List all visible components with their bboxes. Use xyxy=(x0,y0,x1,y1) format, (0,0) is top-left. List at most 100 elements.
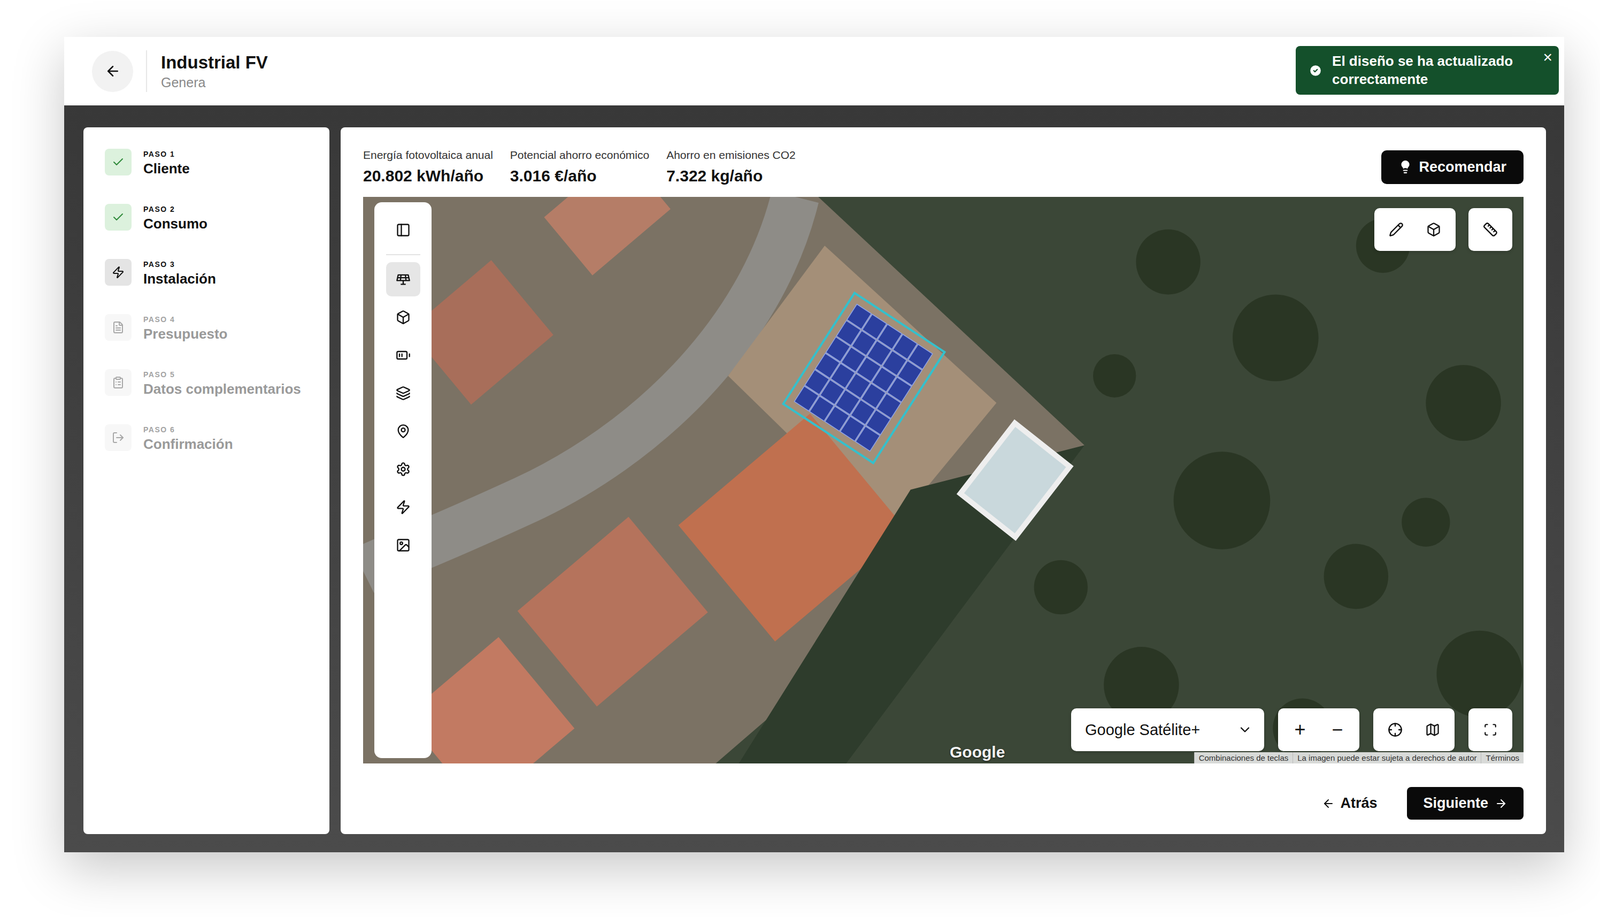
attribution-link[interactable]: La imagen puede estar sujeta a derechos … xyxy=(1292,751,1481,764)
step-text: PASO 1Cliente xyxy=(143,148,190,178)
zoom-controls: +− xyxy=(1278,708,1360,751)
step-text: PASO 6Confirmación xyxy=(143,424,234,453)
bolt-icon xyxy=(111,265,125,279)
locate-button[interactable] xyxy=(1376,710,1414,749)
step-item[interactable]: PASO 5Datos complementarios xyxy=(104,368,314,398)
footer: Atrás Siguiente xyxy=(363,763,1524,820)
step-name: Cliente xyxy=(143,160,190,178)
roof xyxy=(543,196,671,276)
map-tool-button[interactable] xyxy=(386,262,421,297)
stat: Energía fotovoltaica anual 20.802 kWh/año xyxy=(363,148,494,186)
attribution-link[interactable]: Combinaciones de teclas xyxy=(1194,751,1294,764)
zoom-out-button[interactable]: − xyxy=(1318,710,1357,749)
map-tool-button[interactable] xyxy=(386,300,421,335)
back-link[interactable]: Atrás xyxy=(1318,794,1381,812)
pencil-icon xyxy=(1388,221,1404,237)
step-text: PASO 4Presupuesto xyxy=(143,313,228,343)
array-outline[interactable] xyxy=(783,293,945,464)
step-item[interactable]: PASO 2Consumo xyxy=(104,203,314,233)
stat-value: 20.802 kWh/año xyxy=(363,166,494,186)
map-tool-button[interactable] xyxy=(386,212,421,248)
attribution-link[interactable]: Términos xyxy=(1480,751,1524,764)
tree-canopy xyxy=(1401,497,1450,546)
map[interactable]: Google Satélite+ +− Google Combinaciones de… xyxy=(363,196,1524,764)
toast-message: El diseño se ha actualizado correctament… xyxy=(1332,52,1525,89)
page: Industrial FVGenera El diseño se ha actua… xyxy=(0,0,1600,917)
tree-canopy xyxy=(1324,543,1389,610)
step-label: PASO 2 xyxy=(143,204,208,214)
step-text: PASO 3Instalación xyxy=(143,258,217,288)
stat-label: Potencial ahorro económico xyxy=(510,148,650,162)
panel-toggle-icon xyxy=(395,222,411,238)
back-button[interactable] xyxy=(91,50,134,92)
step-label: PASO 1 xyxy=(143,149,190,159)
project-subtitle: Genera xyxy=(160,74,268,91)
pool xyxy=(960,422,1071,537)
zoom-in-button[interactable]: + xyxy=(1281,710,1319,749)
map-bottom-controls: Google Satélite+ +− xyxy=(1071,708,1513,751)
crosshair-icon xyxy=(1387,721,1403,737)
fullscreen-button[interactable] xyxy=(1471,710,1510,749)
step-name: Datos complementarios xyxy=(143,380,302,398)
solar-module xyxy=(855,426,881,452)
check-icon xyxy=(111,210,125,224)
box-icon xyxy=(395,309,411,325)
google-logo: Google xyxy=(949,742,1005,761)
recommend-button[interactable]: Recomendar xyxy=(1381,150,1524,184)
layer-select-value: Google Satélite+ xyxy=(1085,720,1200,739)
chevron-down-icon xyxy=(1237,721,1253,737)
step-item[interactable]: PASO 1Cliente xyxy=(104,148,314,178)
step-icon-box xyxy=(104,313,132,341)
step-name: Instalación xyxy=(143,270,217,288)
step-item[interactable]: PASO 6Confirmación xyxy=(104,424,314,453)
tree-canopy xyxy=(1034,559,1088,614)
map-tool-button[interactable] xyxy=(386,489,421,525)
map-tool-button[interactable] xyxy=(386,375,421,411)
tree-canopy xyxy=(1093,354,1136,398)
workspace: PASO 1Cliente PASO 2Consumo PASO 3Instalac… xyxy=(64,105,1565,852)
step-item[interactable]: PASO 4Presupuesto xyxy=(104,313,314,343)
map-toolbar xyxy=(374,202,432,758)
stat-label: Energía fotovoltaica anual xyxy=(363,148,494,162)
layer-select[interactable]: Google Satélite+ xyxy=(1071,708,1265,751)
map-view-button[interactable] xyxy=(1413,710,1452,749)
measure-controls xyxy=(1468,208,1513,251)
battery-icon xyxy=(395,347,411,363)
arrow-right-icon xyxy=(1494,796,1508,810)
success-toast: El diseño se ha actualizado correctament… xyxy=(1295,45,1559,95)
next-button[interactable]: Siguiente xyxy=(1406,786,1524,820)
step-label: PASO 5 xyxy=(143,370,302,379)
step-name: Presupuesto xyxy=(143,325,228,343)
ruler-icon xyxy=(1482,221,1498,237)
satellite-map[interactable] xyxy=(363,196,1524,764)
title-block: Industrial FVGenera xyxy=(160,52,268,91)
step-item[interactable]: PASO 3Instalación xyxy=(104,258,314,288)
stat-label: Ahorro en emisiones CO2 xyxy=(666,148,796,162)
clipboard-icon xyxy=(111,375,125,389)
project-title: Industrial FV xyxy=(160,52,268,73)
step-name: Confirmación xyxy=(143,435,234,453)
header-divider xyxy=(145,50,148,92)
summary-row: Energía fotovoltaica anual 20.802 kWh/año… xyxy=(363,148,1524,186)
map-tool-button[interactable] xyxy=(386,337,421,373)
document-icon xyxy=(111,320,125,334)
draw-controls xyxy=(1374,208,1456,251)
step-icon-box xyxy=(104,424,132,451)
stat-value: 3.016 €/año xyxy=(510,166,650,186)
exit-icon xyxy=(111,431,125,444)
3d-button[interactable] xyxy=(1414,210,1453,249)
image-icon xyxy=(395,537,411,553)
toolbar-divider xyxy=(386,254,421,256)
stats: Energía fotovoltaica anual 20.802 kWh/año… xyxy=(363,148,796,186)
tree-canopy xyxy=(1173,451,1271,549)
map-tool-button[interactable] xyxy=(386,451,421,487)
stat-value: 7.322 kg/año xyxy=(666,166,796,186)
toast-close-button[interactable]: × xyxy=(1542,48,1553,67)
header: Industrial FVGenera El diseño se ha actua… xyxy=(64,36,1565,106)
measure-button[interactable] xyxy=(1471,210,1510,249)
map-tool-button[interactable] xyxy=(386,527,421,563)
stat: Potencial ahorro económico 3.016 €/año xyxy=(510,148,650,186)
arrow-left-icon xyxy=(104,63,121,80)
map-tool-button[interactable] xyxy=(386,413,421,449)
draw-button[interactable] xyxy=(1377,210,1415,249)
